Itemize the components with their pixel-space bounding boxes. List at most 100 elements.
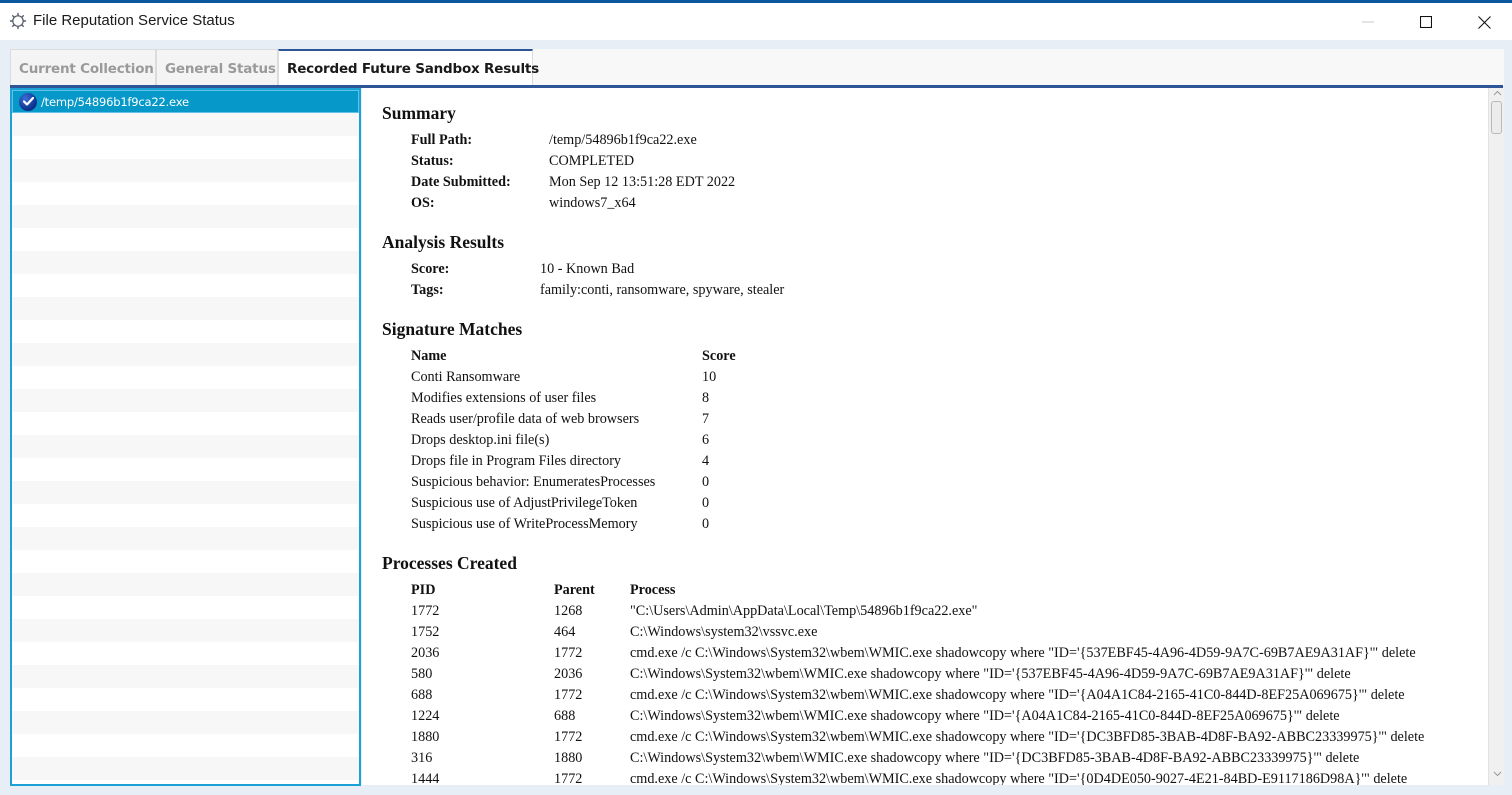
tags-label: Tags: — [411, 282, 444, 298]
score-label: Score: — [411, 261, 450, 277]
signature-name: Suspicious behavior: EnumeratesProcesses — [411, 474, 656, 490]
file-list-item[interactable]: /temp/54896b1f9ca22.exe — [12, 90, 359, 113]
empty-list-row — [12, 435, 359, 458]
score-value: 10 - Known Bad — [540, 261, 635, 277]
date-submitted-label: Date Submitted: — [411, 174, 511, 190]
empty-list-row — [12, 527, 359, 550]
empty-list-row — [12, 412, 359, 435]
process-process: cmd.exe /c C:\Windows\System32\wbem\WMIC… — [630, 729, 1425, 745]
tab-current-collection[interactable]: Current Collection — [10, 49, 156, 86]
os-value: windows7_x64 — [549, 195, 636, 211]
signature-score: 4 — [702, 453, 710, 469]
signatures-col-name: Name — [411, 348, 447, 364]
chevron-down-icon — [1493, 771, 1501, 777]
empty-list-rows — [12, 113, 359, 784]
signature-name: Drops file in Program Files directory — [411, 453, 622, 469]
gear-cog-icon — [9, 12, 27, 30]
empty-list-row — [12, 665, 359, 688]
empty-list-row — [12, 757, 359, 780]
maximize-button[interactable] — [1403, 6, 1449, 38]
process-pid: 1224 — [411, 708, 440, 724]
maximize-icon — [1420, 16, 1432, 28]
empty-list-row — [12, 481, 359, 504]
signature-name: Conti Ransomware — [411, 369, 521, 385]
vertical-scrollbar[interactable] — [1488, 88, 1504, 785]
empty-list-row — [12, 458, 359, 481]
process-process: cmd.exe /c C:\Windows\System32\wbem\WMIC… — [630, 645, 1416, 661]
empty-list-row — [12, 113, 359, 136]
signature-score: 10 — [702, 369, 717, 385]
processes-heading: Processes Created — [382, 553, 517, 573]
signatures-heading: Signature Matches — [382, 319, 523, 339]
full-path-value: /temp/54896b1f9ca22.exe — [549, 132, 697, 148]
empty-list-row — [12, 320, 359, 343]
minimize-button[interactable] — [1345, 6, 1391, 38]
empty-list-row — [12, 389, 359, 412]
check-circle-icon — [19, 92, 37, 111]
process-process: cmd.exe /c C:\Windows\System32\wbem\WMIC… — [630, 771, 1408, 785]
empty-list-row — [12, 550, 359, 573]
status-value: COMPLETED — [549, 153, 635, 169]
process-parent: 1772 — [554, 645, 583, 661]
file-list-item-label: /temp/54896b1f9ca22.exe — [41, 94, 189, 109]
signature-score: 6 — [702, 432, 710, 448]
tab-general-status[interactable]: General Status — [156, 49, 278, 86]
empty-list-row — [12, 228, 359, 251]
process-parent: 464 — [554, 624, 576, 640]
signature-score: 0 — [702, 495, 710, 511]
scroll-down-button[interactable] — [1489, 771, 1505, 781]
empty-list-row — [12, 573, 359, 596]
processes-col-parent: Parent — [554, 582, 595, 598]
empty-list-row — [12, 688, 359, 711]
tab-bar: Current Collection General Status Record… — [10, 49, 1504, 86]
scroll-up-button[interactable] — [1489, 90, 1505, 100]
process-parent: 688 — [554, 708, 576, 724]
empty-list-row — [12, 596, 359, 619]
process-parent: 1772 — [554, 771, 583, 785]
signature-name: Modifies extensions of user files — [411, 390, 597, 406]
signature-score: 0 — [702, 516, 710, 532]
results-panel: Summary Full Path: /temp/54896b1f9ca22.e… — [362, 88, 1488, 785]
empty-list-row — [12, 136, 359, 159]
process-pid: 2036 — [411, 645, 440, 661]
window-title: File Reputation Service Status — [33, 12, 235, 29]
tab-recorded-future-sandbox-results[interactable]: Recorded Future Sandbox Results — [278, 49, 539, 86]
empty-list-row — [12, 642, 359, 665]
tags-value: family:conti, ransomware, spyware, steal… — [540, 282, 785, 298]
process-pid: 1880 — [411, 729, 440, 745]
process-parent: 1772 — [554, 687, 583, 703]
signature-name: Reads user/profile data of web browsers — [411, 411, 640, 427]
signature-score: 7 — [702, 411, 710, 427]
close-button[interactable] — [1461, 6, 1507, 38]
process-pid: 1752 — [411, 624, 440, 640]
file-list[interactable]: /temp/54896b1f9ca22.exe — [10, 88, 361, 786]
status-label: Status: — [411, 153, 454, 169]
signature-score: 8 — [702, 390, 710, 406]
analysis-heading: Analysis Results — [382, 232, 505, 252]
empty-list-row — [12, 297, 359, 320]
process-process: C:\Windows\system32\vssvc.exe — [630, 624, 818, 640]
process-process: C:\Windows\System32\wbem\WMIC.exe shadow… — [630, 750, 1360, 766]
signature-score: 0 — [702, 474, 710, 490]
full-path-label: Full Path: — [411, 132, 473, 148]
process-process: "C:\Users\Admin\AppData\Local\Temp\54896… — [630, 603, 978, 619]
process-parent: 1268 — [554, 603, 583, 619]
os-label: OS: — [411, 195, 435, 211]
scroll-thumb[interactable] — [1491, 101, 1502, 134]
process-pid: 1772 — [411, 603, 440, 619]
close-icon — [1477, 15, 1491, 29]
processes-col-process: Process — [630, 582, 676, 598]
process-parent: 1772 — [554, 729, 583, 745]
empty-list-row — [12, 366, 359, 389]
process-pid: 316 — [411, 750, 433, 766]
process-pid: 580 — [411, 666, 433, 682]
process-parent: 2036 — [554, 666, 583, 682]
process-pid: 688 — [411, 687, 433, 703]
date-submitted-value: Mon Sep 12 13:51:28 EDT 2022 — [549, 174, 736, 190]
process-process: C:\Windows\System32\wbem\WMIC.exe shadow… — [630, 666, 1351, 682]
summary-heading: Summary — [382, 103, 456, 123]
process-pid: 1444 — [411, 771, 440, 785]
chevron-up-icon — [1493, 90, 1501, 96]
process-process: cmd.exe /c C:\Windows\System32\wbem\WMIC… — [630, 687, 1405, 703]
empty-list-row — [12, 205, 359, 228]
